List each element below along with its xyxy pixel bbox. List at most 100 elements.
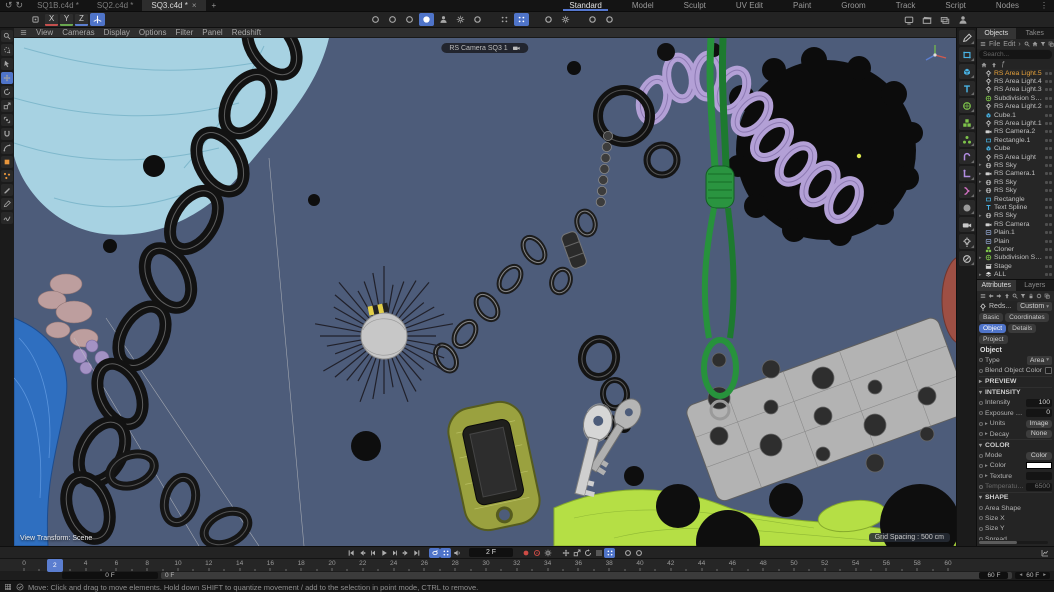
layout-tab-sculpt[interactable]: Sculpt: [669, 0, 721, 11]
rigidbody-icon[interactable]: [419, 13, 434, 26]
object-tree-item[interactable]: RS Camera.2: [977, 128, 1054, 136]
object-tree-item[interactable]: Rectangle.1: [977, 136, 1054, 144]
polygon-tool[interactable]: [1, 156, 13, 168]
object-visibility-toggles[interactable]: [1045, 97, 1052, 100]
attribute-tab-basic[interactable]: Basic: [979, 313, 1003, 322]
attributes-scrollbar[interactable]: [979, 541, 1048, 544]
panel-tab-attributes[interactable]: Attributes: [977, 280, 1016, 291]
object-visibility-toggles[interactable]: [1045, 248, 1052, 251]
viewport-menu-filter[interactable]: Filter: [175, 28, 193, 37]
object-tree-item[interactable]: Subdivision Surface.1: [977, 94, 1054, 102]
symmetry-tool[interactable]: [959, 132, 975, 147]
viewport-menu-options[interactable]: Options: [139, 28, 167, 37]
snap-tool[interactable]: [1, 128, 13, 140]
simulate-icon[interactable]: [368, 13, 383, 26]
object-visibility-toggles[interactable]: [1045, 265, 1052, 268]
arrow-up-icon[interactable]: [991, 62, 997, 68]
render-queue-icon[interactable]: [937, 13, 952, 26]
object-tree-item[interactable]: Cube: [977, 145, 1054, 153]
live-selection-tool[interactable]: [1, 44, 13, 56]
axis-lock-y-button[interactable]: Y: [60, 14, 73, 26]
next-frame-button[interactable]: [389, 548, 400, 558]
light-tool[interactable]: [959, 234, 975, 249]
new-document-tab-button[interactable]: +: [206, 0, 223, 11]
active-camera-label[interactable]: RS Camera SQ3 1: [441, 43, 528, 53]
prev-frame-button[interactable]: [367, 548, 378, 558]
object-tree-item[interactable]: Plain.1: [977, 228, 1054, 236]
keyframe-dot-icon[interactable]: [979, 411, 983, 415]
zoom-tool[interactable]: [1, 30, 13, 42]
attribute-tab-details[interactable]: Details: [1008, 324, 1036, 333]
keyframe-dot-icon[interactable]: [979, 537, 983, 540]
goto-end-button[interactable]: [411, 548, 422, 558]
attribute-group-shape[interactable]: ▾SHAPE: [979, 492, 1052, 503]
attribute-group-intensity[interactable]: ▾INTENSITY: [979, 387, 1052, 398]
particles-icon[interactable]: [558, 13, 573, 26]
object-visibility-toggles[interactable]: [1045, 139, 1052, 142]
cloner-tool[interactable]: [959, 115, 975, 130]
redo-icon[interactable]: ↻: [16, 0, 24, 11]
rotate-tool[interactable]: [1, 86, 13, 98]
keyframe-dot-icon[interactable]: [979, 422, 983, 426]
object-visibility-toggles[interactable]: [1045, 206, 1052, 209]
keyframe-dot-icon[interactable]: [979, 527, 983, 531]
keyframe-dot-icon[interactable]: [979, 464, 983, 468]
text-spline-tool[interactable]: [959, 81, 975, 96]
attribute-tab-coordinates[interactable]: Coordinates: [1005, 313, 1049, 322]
timeline-window-button[interactable]: [1039, 548, 1050, 558]
object-tree-item[interactable]: RS Camera: [977, 220, 1054, 228]
record-keyframe-button[interactable]: [520, 548, 531, 558]
layout-tab-model[interactable]: Model: [617, 0, 669, 11]
tweak-tool[interactable]: [1, 58, 13, 70]
layout-tab-paint[interactable]: Paint: [778, 0, 826, 11]
rectangle-spline-tool[interactable]: [959, 47, 975, 62]
object-visibility-toggles[interactable]: [1045, 156, 1052, 159]
play-button[interactable]: [378, 548, 389, 558]
attribute-tab-project[interactable]: Project: [979, 335, 1008, 344]
search-icon[interactable]: [1012, 293, 1018, 299]
viewport-menu-icon[interactable]: [20, 29, 27, 36]
object-tree-item[interactable]: RS Area Light.5: [977, 69, 1054, 77]
viewport-menu-display[interactable]: Display: [104, 28, 130, 37]
object-visibility-toggles[interactable]: [1045, 181, 1052, 184]
viewport-menu-redshift[interactable]: Redshift: [232, 28, 261, 37]
keyframe-dot-icon[interactable]: [979, 474, 983, 478]
knife-tool[interactable]: [1, 184, 13, 196]
twist-deformer-tool[interactable]: [959, 183, 975, 198]
pose-icon[interactable]: [453, 13, 468, 26]
key-pla-toggle[interactable]: [604, 548, 615, 558]
object-visibility-toggles[interactable]: [1045, 172, 1052, 175]
object-tree-item[interactable]: ▸RS Camera.1: [977, 170, 1054, 178]
attribute-tab-object[interactable]: Object: [979, 324, 1006, 333]
character-icon[interactable]: [436, 13, 451, 26]
softbody-icon[interactable]: [402, 13, 417, 26]
move-tool[interactable]: [1, 72, 13, 84]
object-manager-menu-icon[interactable]: [980, 41, 986, 47]
volume-tool[interactable]: [959, 200, 975, 215]
attribute-value-field[interactable]: 100: [1026, 399, 1052, 407]
key-parameter-toggle[interactable]: [593, 548, 604, 558]
texture-field[interactable]: [1026, 472, 1052, 480]
attribute-select[interactable]: Area▾: [1027, 356, 1052, 365]
keyframe-dot-icon[interactable]: [979, 432, 983, 436]
object-tree-item[interactable]: Rectangle: [977, 195, 1054, 203]
current-frame-field[interactable]: 2 F: [469, 548, 513, 557]
keyframe-dot-icon[interactable]: [979, 401, 983, 405]
disable-icon[interactable]: [602, 13, 617, 26]
panel-tab-takes[interactable]: Takes: [1016, 28, 1054, 39]
search-icon[interactable]: [1024, 41, 1030, 47]
cube-primitive-tool[interactable]: [959, 64, 975, 79]
layout-tab-uv-edit[interactable]: UV Edit: [721, 0, 778, 11]
funnel-icon[interactable]: [1020, 293, 1026, 299]
viewport[interactable]: ViewCamerasDisplayOptionsFilterPanelReds…: [14, 28, 956, 546]
copy-icon[interactable]: [1044, 293, 1050, 299]
ring-gear-icon[interactable]: [470, 13, 485, 26]
solo-off-button[interactable]: [622, 548, 633, 558]
points-tool[interactable]: [1, 170, 13, 182]
object-visibility-toggles[interactable]: [1045, 88, 1052, 91]
object-tree-item[interactable]: Stage: [977, 262, 1054, 270]
range-end-field[interactable]: 60 F: [979, 572, 1008, 579]
attribute-checkbox[interactable]: [1045, 367, 1052, 374]
layout-tab-nodes[interactable]: Nodes: [981, 0, 1034, 11]
object-tree-item[interactable]: ▸Subdivision Surface: [977, 254, 1054, 262]
